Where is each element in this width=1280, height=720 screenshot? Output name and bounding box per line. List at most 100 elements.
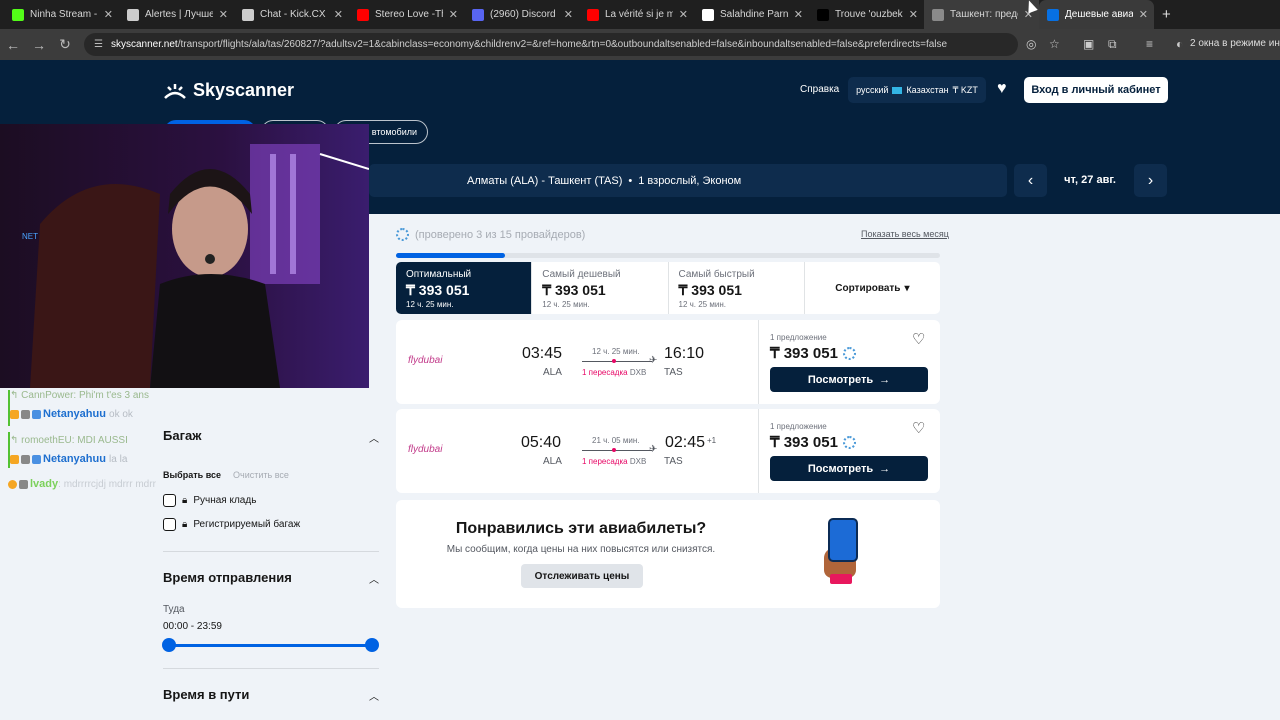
extensions-puzzle-icon[interactable]: ⧉ bbox=[1108, 37, 1117, 52]
verified-badge-icon bbox=[32, 409, 41, 419]
select-all-link[interactable]: Выбрать все bbox=[163, 470, 221, 480]
checkbox-box[interactable] bbox=[163, 518, 176, 531]
close-icon[interactable]: ✕ bbox=[219, 8, 228, 21]
sort-duration: 12 ч. 25 мин. bbox=[678, 300, 726, 309]
slider-handle-end[interactable] bbox=[365, 638, 379, 652]
browser-tab[interactable]: Stereo Love -Tha ✕ bbox=[349, 0, 464, 29]
track-prices-button[interactable]: Отслеживать цены bbox=[521, 564, 643, 588]
divider bbox=[163, 668, 379, 669]
tab-title: Stereo Love -Tha bbox=[375, 9, 443, 20]
url-path: /transport/flights/ala/tas/260827/?adult… bbox=[177, 39, 948, 50]
youtube-icon bbox=[587, 8, 599, 21]
flight-card[interactable]: flydubai 05:40 ALA 21 ч. 05 мин. ✈ 1 пер… bbox=[396, 409, 940, 493]
media-icon[interactable]: ≡ bbox=[1146, 37, 1153, 51]
view-deal-button[interactable]: Посмотреть → bbox=[770, 367, 928, 392]
save-heart-icon[interactable]: ♡ bbox=[912, 330, 925, 348]
discord-icon bbox=[472, 8, 484, 21]
close-icon[interactable]: ✕ bbox=[334, 8, 343, 21]
chat-username[interactable]: Netanyahuu bbox=[43, 408, 106, 420]
sort-label: Самый дешевый bbox=[542, 269, 621, 280]
browser-toolbar: ← → ↻ ☰ skyscanner.net/transport/flights… bbox=[0, 29, 1280, 60]
tab-title: Ташкент: предс bbox=[950, 9, 1018, 20]
bookmark-star-icon[interactable]: ☆ bbox=[1049, 37, 1060, 51]
favorites-heart-icon[interactable]: ♥ bbox=[997, 80, 1007, 98]
sort-dropdown[interactable]: Сортировать ▾ bbox=[805, 262, 940, 314]
close-icon[interactable]: ✕ bbox=[794, 8, 803, 21]
help-link[interactable]: Справка bbox=[800, 84, 839, 95]
checked-bag-checkbox[interactable]: 🔒︎ Регистрируемый багаж bbox=[163, 518, 300, 531]
eye-off-icon[interactable]: ◎ bbox=[1026, 37, 1036, 51]
clear-all-link[interactable]: Очистить все bbox=[233, 470, 289, 480]
slider-handle-start[interactable] bbox=[162, 638, 176, 652]
browser-tab[interactable]: Ninha Stream - W ✕ bbox=[4, 0, 119, 29]
airline-logo: flydubai bbox=[408, 444, 443, 455]
close-icon[interactable]: ✕ bbox=[909, 8, 918, 21]
search-summary[interactable]: Алматы (ALA) - Ташкент (TAS) • 1 взрослы… bbox=[369, 164, 1007, 197]
address-bar[interactable]: ☰ skyscanner.net/transport/flights/ala/t… bbox=[84, 33, 1018, 56]
save-heart-icon[interactable]: ♡ bbox=[912, 419, 925, 437]
incognito-icon[interactable]: ◐ bbox=[1176, 37, 1183, 51]
kazakhstan-flag-icon bbox=[892, 86, 903, 94]
chevron-up-icon[interactable]: ︿ bbox=[369, 571, 379, 586]
browser-tab[interactable]: Дешевые авиаб ✕ bbox=[1039, 0, 1154, 29]
baggage-title: Багаж bbox=[163, 428, 202, 443]
chat-username[interactable]: lvady bbox=[30, 478, 58, 490]
previous-date-button[interactable]: ‹ bbox=[1014, 164, 1047, 197]
price: ₸ 393 051 bbox=[770, 344, 856, 362]
sub-badge-icon bbox=[10, 409, 19, 419]
selected-date[interactable]: чт, 27 авг. bbox=[1052, 174, 1128, 186]
chevron-up-icon[interactable]: ︿ bbox=[369, 430, 379, 445]
close-icon[interactable]: ✕ bbox=[104, 8, 113, 21]
browser-tab[interactable]: (2960) Discord | R ✕ bbox=[464, 0, 579, 29]
close-icon[interactable]: ✕ bbox=[449, 8, 458, 21]
globe-icon bbox=[242, 8, 254, 21]
price: ₸ 393 051 bbox=[770, 433, 856, 451]
next-date-button[interactable]: › bbox=[1134, 164, 1167, 197]
extension-icon[interactable]: ▣ bbox=[1083, 37, 1094, 51]
skyscanner-logo[interactable]: Skyscanner bbox=[163, 80, 294, 101]
departure-time-title[interactable]: Время отправления bbox=[163, 570, 292, 585]
flight-duration: 21 ч. 05 мин. bbox=[592, 436, 640, 445]
chevron-up-icon[interactable]: ︿ bbox=[369, 688, 379, 703]
loading-spinner-icon bbox=[842, 435, 856, 449]
incognito-label[interactable]: 2 окна в режиме инк bbox=[1190, 38, 1280, 49]
close-icon[interactable]: ✕ bbox=[1139, 8, 1148, 21]
sort-price: ₸ 393 051 bbox=[406, 282, 470, 298]
carry-on-checkbox[interactable]: 🔒︎ Ручная кладь bbox=[163, 494, 256, 507]
baggage-section-title[interactable]: Багаж bbox=[163, 428, 201, 443]
chat-username[interactable]: Netanyahuu bbox=[43, 453, 106, 465]
flight-card[interactable]: flydubai 03:45 ALA 12 ч. 25 мин. ✈ 1 пер… bbox=[396, 320, 940, 404]
browser-tab[interactable]: La vérité si je me ✕ bbox=[579, 0, 694, 29]
duration-title[interactable]: Время в пути bbox=[163, 687, 249, 702]
view-deal-button[interactable]: Посмотреть → bbox=[770, 456, 928, 481]
country-label: Казахстан bbox=[906, 85, 949, 95]
site-info-icon[interactable]: ☰ bbox=[94, 39, 103, 50]
close-icon[interactable]: ✕ bbox=[679, 8, 688, 21]
reload-icon[interactable]: ↻ bbox=[52, 36, 78, 53]
origin-code: ALA bbox=[543, 367, 562, 378]
tab-fastest[interactable]: Самый быстрый ₸ 393 051 12 ч. 25 мин. bbox=[669, 262, 805, 314]
new-tab-icon[interactable]: + bbox=[1162, 6, 1171, 23]
back-icon[interactable]: ← bbox=[0, 37, 26, 53]
browser-tab[interactable]: Salahdine Parnas ✕ bbox=[694, 0, 809, 29]
locale-selector[interactable]: русский Казахстан ₸ KZT bbox=[848, 77, 986, 103]
sort-label: Самый быстрый bbox=[678, 269, 755, 280]
forward-icon[interactable]: → bbox=[26, 37, 52, 53]
next-day-indicator: +1 bbox=[707, 436, 717, 445]
arrow-right-icon: → bbox=[879, 373, 891, 386]
browser-tab[interactable]: Trouve 'ouzbekist ✕ bbox=[809, 0, 924, 29]
tab-best[interactable]: Оптимальный ₸ 393 051 12 ч. 25 мин. bbox=[396, 262, 533, 314]
login-button[interactable]: Вход в личный кабинет bbox=[1024, 77, 1168, 103]
tab-cheapest[interactable]: Самый дешевый ₸ 393 051 12 ч. 25 мин. bbox=[532, 262, 669, 314]
show-month-link[interactable]: Показать весь месяц bbox=[861, 229, 949, 239]
browser-tab[interactable]: Ташкент: предс ✕ bbox=[924, 0, 1039, 29]
origin-code: ALA bbox=[543, 456, 562, 467]
youtube-icon bbox=[357, 8, 369, 21]
departure-time: 05:40 bbox=[521, 434, 562, 451]
checkbox-box[interactable] bbox=[163, 494, 176, 507]
departure-time-slider[interactable] bbox=[169, 644, 372, 647]
close-icon[interactable]: ✕ bbox=[564, 8, 573, 21]
browser-tab[interactable]: Alertes | Лучшее ✕ bbox=[119, 0, 234, 29]
browser-tab[interactable]: Chat - Kick.CX ✕ bbox=[234, 0, 349, 29]
sort-duration: 12 ч. 25 мин. bbox=[542, 300, 590, 309]
